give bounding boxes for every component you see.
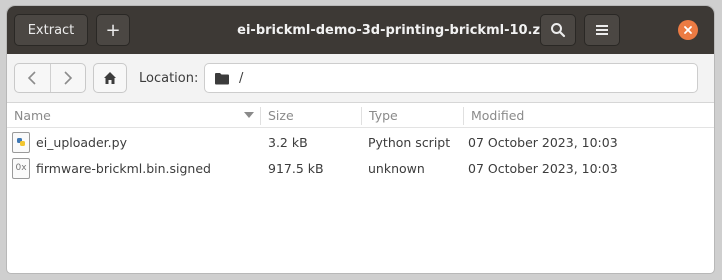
table-row[interactable]: 0x firmware-brickml.bin.signed 917.5 kB … [7, 155, 714, 181]
archive-window: Extract + ei-brickml-demo-3d-printing-br… [7, 6, 714, 273]
folder-icon [215, 72, 229, 84]
main-menu-button[interactable] [584, 14, 620, 46]
file-size: 3.2 kB [268, 134, 308, 150]
column-header-modified[interactable]: Modified [464, 103, 714, 127]
column-header-type-label: Type [369, 107, 398, 123]
home-button[interactable] [93, 63, 127, 93]
table-row[interactable]: ei_uploader.py 3.2 kB Python script 07 O… [7, 129, 714, 155]
file-type: unknown [368, 160, 425, 176]
file-name-cell: 0x firmware-brickml.bin.signed [12, 155, 211, 181]
column-header-row: Name Size Type Modified [7, 103, 714, 128]
file-name: firmware-brickml.bin.signed [36, 160, 211, 176]
chevron-left-icon [28, 71, 36, 85]
file-size: 917.5 kB [268, 160, 324, 176]
file-list: Name Size Type Modified ei_uploader.py 3… [7, 103, 714, 181]
close-icon [684, 26, 692, 34]
location-field[interactable]: / [204, 63, 698, 93]
column-header-size-label: Size [268, 107, 294, 123]
file-name-cell: ei_uploader.py [12, 129, 127, 155]
home-icon [104, 72, 116, 84]
search-icon [551, 23, 566, 38]
python-file-icon [12, 131, 30, 153]
binary-file-icon: 0x [12, 157, 30, 179]
file-name: ei_uploader.py [36, 134, 127, 150]
back-button[interactable] [15, 64, 50, 92]
extract-button[interactable]: Extract [14, 14, 88, 46]
column-header-type[interactable]: Type [362, 103, 463, 127]
file-modified: 07 October 2023, 10:03 [468, 160, 618, 176]
location-label: Location: [139, 70, 199, 86]
hamburger-menu-icon [596, 25, 608, 35]
column-header-name[interactable]: Name [7, 103, 260, 127]
title-bar: Extract + ei-brickml-demo-3d-printing-br… [7, 6, 714, 54]
file-modified: 07 October 2023, 10:03 [468, 134, 618, 150]
column-header-size[interactable]: Size [261, 103, 361, 127]
search-button[interactable] [540, 14, 576, 46]
column-header-modified-label: Modified [471, 107, 525, 123]
location-path: / [239, 70, 244, 86]
forward-button[interactable] [49, 64, 86, 92]
column-header-name-label: Name [14, 107, 51, 123]
history-nav [14, 63, 86, 93]
close-button[interactable] [678, 20, 698, 40]
sort-descending-icon [244, 112, 254, 118]
file-type: Python script [368, 134, 451, 150]
add-files-button[interactable]: + [96, 14, 130, 46]
chevron-right-icon [64, 71, 72, 85]
location-toolbar: Location: / [7, 54, 714, 103]
